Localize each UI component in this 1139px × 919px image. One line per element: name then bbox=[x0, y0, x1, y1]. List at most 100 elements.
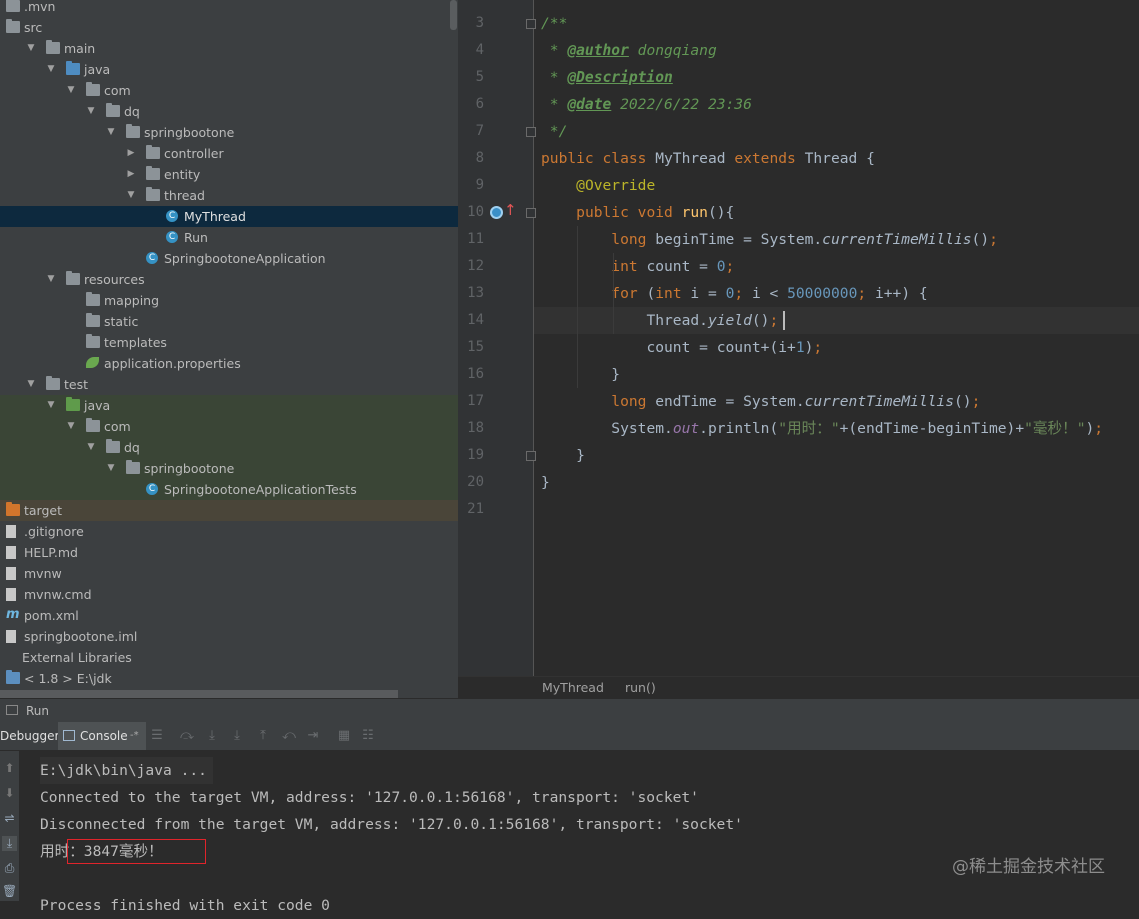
clear-all-icon[interactable]: 🗑 bbox=[2, 884, 17, 899]
drop-frame-icon[interactable]: ⤺ bbox=[282, 729, 296, 743]
tree-item[interactable]: C SpringbootoneApplicationTests bbox=[0, 479, 458, 500]
tree-item[interactable]: External Libraries bbox=[0, 647, 458, 668]
tree-item[interactable]: ▼ resources bbox=[0, 269, 458, 290]
tree-item[interactable]: templates bbox=[0, 332, 458, 353]
tree-item[interactable]: C SpringbootoneApplication bbox=[0, 248, 458, 269]
tree-item[interactable]: .gitignore bbox=[0, 521, 458, 542]
go-to-super-arrow-icon[interactable]: ↑ bbox=[504, 200, 517, 220]
run-tool-window-header: Run bbox=[0, 698, 1139, 723]
tree-item[interactable]: ▼ com bbox=[0, 80, 458, 101]
tree-item[interactable]: target bbox=[0, 500, 458, 521]
code-line[interactable]: */ bbox=[541, 118, 568, 145]
tree-item[interactable]: ▼ java bbox=[0, 59, 458, 80]
tree-item[interactable]: < 1.8 > E:\jdk bbox=[0, 668, 458, 689]
tab-console-label: Console bbox=[80, 729, 128, 743]
code-line[interactable]: public class MyThread extends Thread { bbox=[541, 145, 875, 172]
code-token: } bbox=[541, 447, 585, 464]
breadcrumb-method[interactable]: run() bbox=[625, 680, 656, 695]
show-execution-point-icon[interactable]: ☰ bbox=[150, 729, 164, 743]
tree-item[interactable]: src bbox=[0, 17, 458, 38]
soft-wrap-icon[interactable]: ⇌ bbox=[2, 811, 17, 826]
chevron-down-icon[interactable]: ▼ bbox=[26, 38, 36, 59]
tree-item[interactable]: ▼ test bbox=[0, 374, 458, 395]
fold-marker-icon[interactable] bbox=[526, 208, 536, 218]
tree-item[interactable]: springbootone.iml bbox=[0, 626, 458, 647]
tree-item[interactable]: mapping bbox=[0, 290, 458, 311]
tree-item[interactable]: m pom.xml bbox=[0, 605, 458, 626]
code-line[interactable]: long beginTime = System.currentTimeMilli… bbox=[541, 226, 998, 253]
code-token: (){ bbox=[707, 204, 735, 221]
tab-console[interactable]: Console -* bbox=[58, 722, 146, 750]
code-line[interactable]: @Override bbox=[541, 172, 655, 199]
chevron-down-icon[interactable]: ▼ bbox=[66, 416, 76, 437]
override-method-icon[interactable] bbox=[490, 206, 503, 219]
print-icon[interactable]: ⎙ bbox=[2, 861, 17, 876]
code-token: ; bbox=[857, 285, 875, 302]
tree-scrollbar[interactable] bbox=[450, 0, 457, 30]
tree-item[interactable]: application.properties bbox=[0, 353, 458, 374]
chevron-down-icon[interactable]: ▼ bbox=[86, 437, 96, 458]
tree-item[interactable]: ▼ java bbox=[0, 395, 458, 416]
code-line[interactable]: * @author dongqiang bbox=[541, 37, 717, 64]
scroll-to-end-icon[interactable]: ⤓ bbox=[2, 836, 17, 851]
tab-debugger[interactable]: Debugger bbox=[0, 722, 59, 750]
tree-item[interactable]: ▼ dq bbox=[0, 101, 458, 122]
code-line[interactable]: } bbox=[541, 442, 585, 469]
chevron-down-icon[interactable]: ▼ bbox=[66, 80, 76, 101]
step-over-icon[interactable]: ⤼ bbox=[180, 729, 194, 743]
code-line[interactable]: public void run(){ bbox=[541, 199, 734, 226]
code-line[interactable]: * @date 2022/6/22 23:36 bbox=[541, 91, 752, 118]
tree-item[interactable]: C MyThread bbox=[0, 206, 458, 227]
tree-item[interactable]: ▼ com bbox=[0, 416, 458, 437]
tree-item[interactable]: mvnw bbox=[0, 563, 458, 584]
chevron-right-icon[interactable]: ▶ bbox=[126, 143, 136, 164]
code-line[interactable]: /** bbox=[541, 10, 567, 37]
tree-item[interactable]: C Run bbox=[0, 227, 458, 248]
chevron-down-icon[interactable]: ▼ bbox=[86, 101, 96, 122]
chevron-down-icon[interactable]: ▼ bbox=[26, 374, 36, 395]
chevron-right-icon[interactable]: ▶ bbox=[126, 164, 136, 185]
chevron-down-icon[interactable]: ▼ bbox=[126, 185, 136, 206]
chevron-down-icon[interactable]: ▼ bbox=[106, 122, 116, 143]
chevron-down-icon[interactable]: ▼ bbox=[106, 458, 116, 479]
tree-item[interactable]: ▼ springbootone bbox=[0, 458, 458, 479]
fold-marker-icon[interactable] bbox=[526, 19, 536, 29]
tree-item[interactable]: ▶ controller bbox=[0, 143, 458, 164]
breadcrumb-class[interactable]: MyThread bbox=[542, 680, 604, 695]
fold-marker-icon[interactable] bbox=[526, 127, 536, 137]
code-line[interactable]: } bbox=[541, 469, 550, 496]
code-editor[interactable]: 3 4 5 6 7 8 9 10 11 12 13 14 15 16 17 18 19 20 21 /** * @a… bbox=[458, 0, 1139, 698]
up-arrow-icon[interactable]: ⬆ bbox=[2, 761, 17, 776]
step-out-icon[interactable]: ⤒ bbox=[256, 729, 270, 743]
step-into-icon[interactable]: ⤓ bbox=[205, 729, 219, 743]
code-line[interactable]: int count = 0; bbox=[541, 253, 734, 280]
force-step-into-icon[interactable]: ⤓ bbox=[230, 729, 244, 743]
chevron-down-icon[interactable]: ▼ bbox=[46, 269, 56, 290]
trace-stream-icon[interactable]: ☷ bbox=[361, 729, 375, 743]
tree-item[interactable]: ▼ main bbox=[0, 38, 458, 59]
project-tree[interactable]: .mvn src ▼ main ▼ java ▼ com ▼ dq ▼ springbootone ▶ c… bbox=[0, 0, 458, 698]
run-to-cursor-icon[interactable]: ⇥ bbox=[306, 729, 320, 743]
code-line[interactable]: long endTime = System.currentTimeMillis(… bbox=[541, 388, 980, 415]
tree-item[interactable]: .mvn bbox=[0, 0, 458, 17]
tree-item[interactable]: ▼ dq bbox=[0, 437, 458, 458]
tree-item[interactable]: HELP.md bbox=[0, 542, 458, 563]
console-output[interactable]: E:\jdk\bin\java ... Connected to the tar… bbox=[19, 751, 1139, 914]
fold-marker-icon[interactable] bbox=[526, 451, 536, 461]
code-line[interactable]: for (int i = 0; i < 50000000; i++) { bbox=[541, 280, 927, 307]
tree-horizontal-scrollbar[interactable] bbox=[0, 690, 398, 698]
editor-gutter[interactable]: 3 4 5 6 7 8 9 10 11 12 13 14 15 16 17 18 19 20 21 bbox=[458, 0, 534, 676]
evaluate-expression-icon[interactable]: ▦ bbox=[337, 729, 351, 743]
tree-item[interactable]: ▼ springbootone bbox=[0, 122, 458, 143]
chevron-down-icon[interactable]: ▼ bbox=[46, 395, 56, 416]
tree-item[interactable]: static bbox=[0, 311, 458, 332]
code-line[interactable]: System.out.println("用时："+(endTime-beginT… bbox=[541, 415, 1103, 442]
chevron-down-icon[interactable]: ▼ bbox=[46, 59, 56, 80]
code-line[interactable]: * @Description bbox=[541, 64, 673, 91]
tree-item[interactable]: ▼ thread bbox=[0, 185, 458, 206]
down-arrow-icon[interactable]: ⬇ bbox=[2, 786, 17, 801]
tree-item[interactable]: mvnw.cmd bbox=[0, 584, 458, 605]
tree-item[interactable]: ▶ entity bbox=[0, 164, 458, 185]
code-line[interactable]: } bbox=[541, 361, 620, 388]
code-line[interactable]: count = count+(i+1); bbox=[541, 334, 822, 361]
